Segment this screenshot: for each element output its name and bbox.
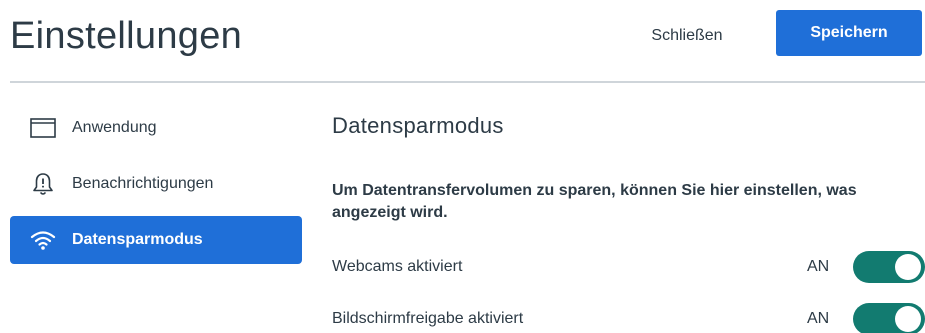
setting-label: Bildschirmfreigabe aktiviert	[332, 310, 524, 327]
setting-label: Webcams aktiviert	[332, 258, 463, 275]
wifi-icon	[30, 229, 56, 251]
bell-icon	[30, 173, 56, 195]
toggle-state-label: AN	[807, 258, 830, 275]
setting-row-screenshare: Bildschirmfreigabe aktiviert AN	[332, 299, 925, 333]
header-divider	[10, 81, 925, 83]
settings-content: Datensparmodus Um Datentransfervolumen z…	[332, 110, 925, 333]
sidebar-item-anwendung[interactable]: Anwendung	[10, 104, 302, 152]
settings-sidebar: Anwendung Benachrichtigungen Datensparmo…	[10, 104, 302, 272]
toggle-knob	[895, 254, 921, 280]
close-button[interactable]: Schließen	[632, 16, 742, 56]
sidebar-item-label: Benachrichtigungen	[72, 175, 214, 192]
settings-page: Einstellungen Schließen Speichern Anwend…	[0, 0, 925, 333]
webcams-toggle[interactable]	[853, 251, 925, 283]
sidebar-item-label: Datensparmodus	[72, 231, 203, 248]
toggle-knob	[895, 306, 921, 332]
setting-row-webcams: Webcams aktiviert AN	[332, 247, 925, 287]
sidebar-item-benachrichtigungen[interactable]: Benachrichtigungen	[10, 160, 302, 208]
sidebar-item-label: Anwendung	[72, 119, 157, 136]
window-icon	[30, 117, 56, 139]
section-description: Um Datentransfervolumen zu sparen, könne…	[332, 182, 857, 221]
page-title: Einstellungen	[10, 15, 243, 57]
screenshare-toggle[interactable]	[853, 303, 925, 333]
sidebar-item-datensparmodus[interactable]: Datensparmodus	[10, 216, 302, 264]
save-button[interactable]: Speichern	[776, 10, 922, 56]
section-title: Datensparmodus	[332, 113, 504, 138]
toggle-state-label: AN	[807, 310, 830, 327]
